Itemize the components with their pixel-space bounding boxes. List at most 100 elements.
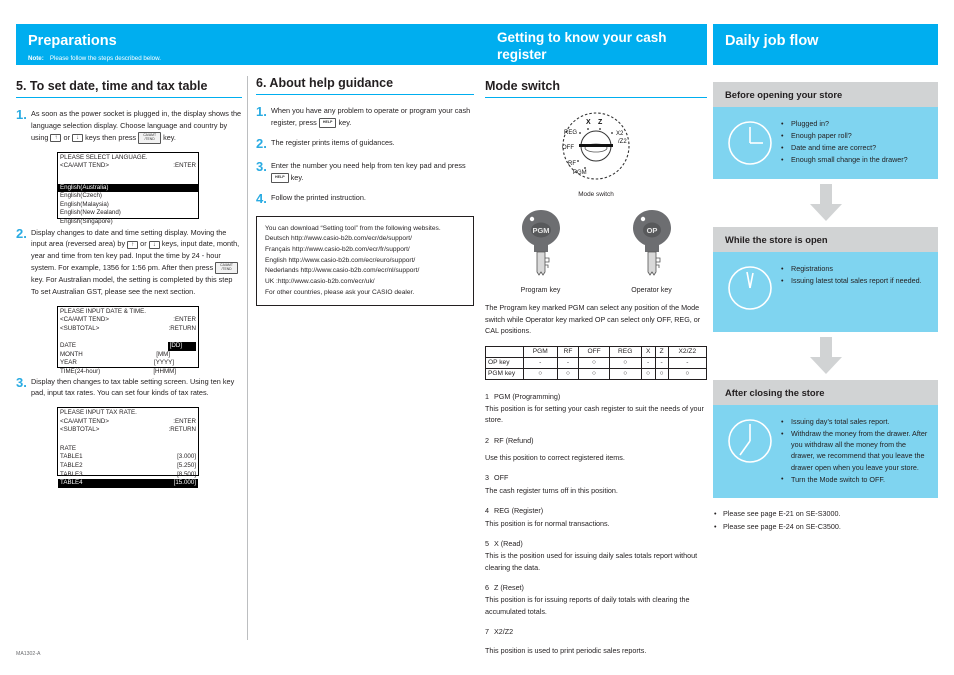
down-arrow-key-icon: ↓ xyxy=(148,240,160,249)
position-6-label: Z (Reset) xyxy=(494,583,524,593)
clock-icon xyxy=(728,266,772,310)
pgm-key-x: ○ xyxy=(640,367,656,380)
flow-section-after-closing: After closing the store Issuing day’s to… xyxy=(713,380,938,498)
position-6-desc: This position is for issuing reports of … xyxy=(485,595,690,616)
position-5-number: 5 xyxy=(485,538,489,548)
help-step-3-number: 3. xyxy=(256,159,267,175)
key-position-table: PGM RF OFF REG X Z X2/Z2 OP key - - ○ ○ … xyxy=(485,345,708,380)
step-2-text: Display changes to date and time setting… xyxy=(31,227,242,298)
list-item: Issuing latest total sales report if nee… xyxy=(781,275,922,286)
lcd2-field-2: YEAR [YYYY] xyxy=(58,359,198,368)
lcd1-line1: PLEASE SELECT LANGUAGE. xyxy=(60,153,148,161)
lcd3-line2: <CA/AMT TEND> :ENTER xyxy=(58,418,198,427)
banner-note-text: Please follow the steps described below. xyxy=(49,55,161,63)
lcd3-rate-header: RATE xyxy=(60,444,77,452)
position-6-number: 6 xyxy=(485,583,489,593)
position-2-desc: Use this position to correct registered … xyxy=(485,453,625,463)
help-step-3-text-b: key. xyxy=(290,173,304,183)
column-help-guidance: 6. About help guidance 1. When you have … xyxy=(256,76,474,307)
lcd2-line3-right: :RETURN xyxy=(168,324,197,332)
step-1-text-b: or xyxy=(63,132,71,142)
help-step-1-number: 1. xyxy=(256,104,267,119)
position-2-number: 2 xyxy=(485,435,489,445)
flow-body-while-open: Registrations Issuing latest total sales… xyxy=(713,252,938,332)
lcd2-field-0-label: DATE xyxy=(60,342,77,350)
row-pgm-key-head: PGM key xyxy=(485,367,524,380)
position-4-number: 4 xyxy=(485,506,489,516)
lcd-tax-rate-input: PLEASE INPUT TAX RATE. <CA/AMT TEND> :EN… xyxy=(57,407,199,488)
op-key-off: ○ xyxy=(578,356,610,369)
lcd2-line1: PLEASE INPUT DATE & TIME. xyxy=(60,307,146,315)
position-4-label: REG (Register) xyxy=(494,506,544,516)
lcd2-line3: <SUBTOTAL> :RETURN xyxy=(58,325,198,334)
download-url-fr: Français http://www.casio-b2b.com/ecr/fr… xyxy=(265,245,410,253)
lcd2-line2: <CA/AMT TEND> :ENTER xyxy=(58,316,198,325)
step-1: 1. As soon as the power socket is plugge… xyxy=(16,108,242,144)
step-2-number: 2. xyxy=(16,225,27,241)
flow-head-before-opening: Before opening your store xyxy=(713,82,938,107)
svg-text:Z: Z xyxy=(598,119,603,126)
mode-switch-caption: Mode switch xyxy=(578,191,614,198)
help-step-2-number: 2. xyxy=(256,135,267,151)
clock-icon-wrap-3 xyxy=(719,415,781,465)
flow-section-while-open: While the store is open Registrations Is… xyxy=(713,227,938,332)
table-row: OP key - - ○ ○ - - - xyxy=(485,356,708,369)
lcd-date-time-input: PLEASE INPUT DATE & TIME. <CA/AMT TEND> … xyxy=(57,305,199,375)
help-key-icon: HELP xyxy=(318,118,337,128)
col-reg: REG xyxy=(608,345,642,358)
table-header-row: PGM RF OFF REG X Z X2/Z2 xyxy=(485,345,708,358)
list-item: Plugged in? xyxy=(781,117,908,129)
mode-switch-illustration: X Z REG X2 /Z2 OFF RF PGM xyxy=(485,108,707,188)
clock-icon-wrap-1 xyxy=(719,117,781,167)
list-item: Enough paper roll? xyxy=(781,130,908,141)
op-key-x2z2: - xyxy=(667,356,708,369)
op-key-z: - xyxy=(654,356,669,369)
help-step-4-number: 4. xyxy=(256,190,267,206)
clock-icon xyxy=(728,419,772,463)
svg-text:OFF: OFF xyxy=(562,145,574,151)
footer-code: MA1302-A xyxy=(16,651,41,657)
pgm-key-rf: ○ xyxy=(556,367,580,380)
position-5-desc: This is the position used for issuing da… xyxy=(485,551,698,572)
lcd3-row-1-label: TABLE2 xyxy=(60,462,83,470)
pgm-key-z: ○ xyxy=(654,367,669,380)
lcd2-line2-left: <CA/AMT TEND> xyxy=(60,316,109,324)
lcd3-spacer xyxy=(58,435,198,445)
position-3-title: 3 OFF xyxy=(485,472,707,483)
manual-page: Preparations Note: Please follow the step… xyxy=(0,0,954,675)
list-item: Turn the Mode switch to OFF. xyxy=(781,473,930,485)
clock-icon-wrap-2 xyxy=(719,262,781,312)
position-7-title: 7 X2/Z2 xyxy=(485,626,707,637)
lcd2-line2-right: :ENTER xyxy=(173,316,196,324)
svg-text:OP: OP xyxy=(646,226,657,235)
flow-body-before-opening: Plugged in? Enough paper roll? Date and … xyxy=(713,107,938,179)
lcd1-spacer xyxy=(58,171,198,184)
help-step-1-text-b: key. xyxy=(338,117,352,127)
position-4-desc: This position is for normal transactions… xyxy=(485,518,610,528)
row-op-key-head: OP key xyxy=(485,356,524,369)
flow-head-after-closing: After closing the store xyxy=(713,380,938,405)
lcd2-field-2-label: YEAR xyxy=(60,359,77,367)
lcd3-row-0: TABLE1 [3.000] xyxy=(58,453,198,462)
banner-title-cash-register: Getting to know your cash register xyxy=(497,30,667,62)
lcd3-row-3: TABLE4 [15.000] xyxy=(58,479,198,488)
position-6-title: 6 Z (Reset) xyxy=(485,582,707,593)
op-key-pgm: - xyxy=(523,356,558,369)
position-3-number: 3 xyxy=(485,473,489,483)
step-3-number: 3. xyxy=(16,374,27,390)
help-step-1: 1. When you have any problem to operate … xyxy=(256,105,474,129)
lcd2-field-0-value: [DD] xyxy=(167,342,196,351)
svg-text:PGM: PGM xyxy=(573,170,587,176)
position-4-title: 4 REG (Register) xyxy=(485,505,707,516)
svg-text:REG: REG xyxy=(564,130,577,136)
lcd3-row-1-value: [5.250] xyxy=(177,462,196,470)
help-step-3: 3. Enter the number you need help from t… xyxy=(256,160,474,184)
flow-list-while-open: Registrations Issuing latest total sales… xyxy=(781,262,922,287)
step-1-number: 1. xyxy=(16,107,27,122)
position-1-label: PGM (Programming) xyxy=(494,391,561,401)
banner-title: Preparations xyxy=(28,33,117,49)
lcd3-line1: PLEASE INPUT TAX RATE. xyxy=(60,409,137,417)
col-rf: RF xyxy=(556,345,580,358)
lcd3-line2-right: :ENTER xyxy=(173,417,196,425)
help-step-4: 4. Follow the printed instruction. xyxy=(256,192,474,206)
